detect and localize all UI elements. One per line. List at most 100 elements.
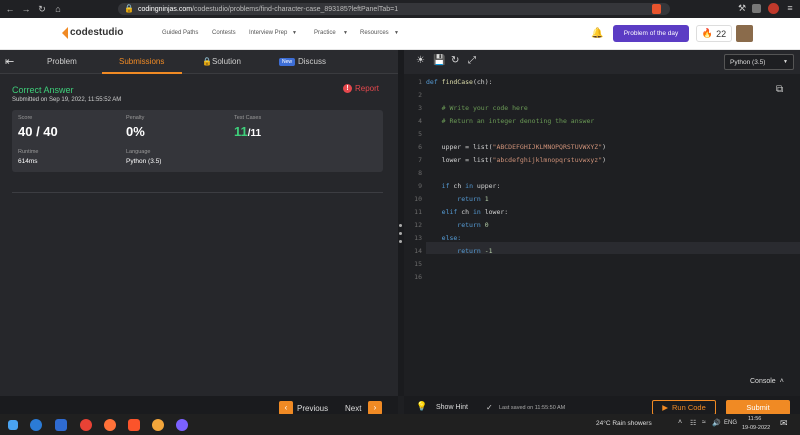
nav-interview-prep[interactable]: Interview Prep: [249, 30, 287, 36]
lock-icon: 🔒: [124, 4, 134, 13]
wifi-icon[interactable]: ≈: [702, 419, 706, 426]
brave-shield-icon[interactable]: [652, 4, 661, 14]
fullscreen-icon[interactable]: ⤢: [468, 55, 476, 66]
nav-resources[interactable]: Resources: [360, 30, 389, 36]
code-token: findCase: [441, 78, 473, 86]
run-code-button[interactable]: ▶ Run Code: [652, 400, 716, 415]
score-value: 40 / 40: [18, 124, 58, 139]
result-card: Score 40 / 40 Penalty 0% Test Cases 11/1…: [12, 110, 383, 172]
save-icon[interactable]: 💾: [433, 55, 445, 66]
chevron-left-icon[interactable]: ‹: [279, 401, 293, 415]
tab-solution[interactable]: Solution: [212, 57, 241, 66]
chevron-up-icon[interactable]: ˄: [678, 419, 682, 426]
home-icon[interactable]: ⌂: [50, 4, 66, 14]
notification-center-icon[interactable]: ✉: [780, 418, 788, 429]
code-token: upper:: [476, 182, 501, 190]
code-token: ): [602, 156, 607, 164]
forward-icon[interactable]: →: [18, 4, 34, 14]
brave-icon[interactable]: [128, 419, 140, 431]
code-line: # Write your code here: [426, 104, 528, 112]
volume-icon[interactable]: 🔊: [712, 419, 721, 427]
edge-browser-icon[interactable]: [30, 419, 42, 431]
previous-button[interactable]: Previous: [297, 404, 328, 413]
weather-widget[interactable]: 24°C Rain showers: [596, 420, 652, 427]
play-icon: ▶: [662, 403, 668, 412]
notification-bell-icon[interactable]: 🔔: [591, 28, 603, 39]
nav-guided-paths[interactable]: Guided Paths: [162, 30, 198, 36]
code-token: lower:: [484, 208, 509, 216]
penalty-label: Penalty: [126, 115, 145, 121]
app-icon[interactable]: [152, 419, 164, 431]
code-token: in: [465, 182, 477, 190]
language-select[interactable]: Python (3.5) ▼: [724, 54, 794, 70]
sidebar-icon[interactable]: [752, 4, 761, 13]
check-icon: ✓: [486, 403, 493, 412]
code-token: -1: [484, 247, 493, 255]
resize-dot: [399, 240, 402, 243]
url-path: /codestudio/problems/find-character-case…: [192, 5, 399, 13]
chevron-down-icon: ▼: [783, 59, 788, 65]
language-indicator[interactable]: ENG: [724, 420, 737, 426]
runtime-label: Runtime: [18, 149, 39, 155]
tab-discuss[interactable]: Discuss: [298, 57, 326, 66]
theme-toggle-icon[interactable]: ☀: [416, 55, 425, 66]
score-label: Score: [18, 115, 33, 121]
firefox-icon[interactable]: [104, 419, 116, 431]
code-line: elif ch in lower:: [426, 208, 509, 216]
code-token: return: [426, 195, 485, 203]
code-area[interactable]: def findCase(ch): # Write your code here…: [404, 74, 800, 374]
streak-counter[interactable]: 🔥 22: [696, 25, 732, 42]
back-icon[interactable]: ←: [2, 4, 18, 14]
code-token: (ch):: [472, 78, 493, 86]
report-button[interactable]: ! Report: [343, 84, 379, 93]
testcases-label: Test Cases: [234, 115, 262, 121]
resize-dot: [399, 224, 402, 227]
chevron-up-icon: ˄: [779, 378, 784, 385]
language-value: Python (3.5): [126, 158, 162, 165]
profile-avatar[interactable]: [768, 3, 779, 14]
next-button[interactable]: Next: [345, 404, 361, 413]
code-token: def: [426, 78, 442, 86]
left-panel-tabs: ⇤ Problem Submissions 🔒 Solution New Dis…: [0, 50, 398, 74]
code-line: else:: [426, 234, 462, 242]
problem-of-the-day-button[interactable]: Problem of the day: [613, 25, 689, 42]
address-bar[interactable]: 🔒 codingninjas.com /codestudio/problems/…: [118, 3, 670, 15]
console-toggle[interactable]: Console ˄: [750, 378, 784, 385]
code-token: upper = list(: [426, 143, 493, 151]
submit-button[interactable]: Submit: [726, 400, 790, 415]
code-line: upper = list("ABCDEFGHIJKLMNOPQRSTUVWXYZ…: [426, 143, 606, 151]
site-header: codestudio Guided Paths Contests Intervi…: [0, 18, 800, 50]
extensions-icon[interactable]: ⚒: [734, 3, 750, 14]
code-token: in: [472, 208, 485, 216]
reset-code-icon[interactable]: ↻: [451, 55, 459, 66]
report-label: Report: [355, 84, 380, 93]
streak-count: 22: [716, 28, 727, 39]
user-avatar[interactable]: [736, 25, 753, 42]
show-hint-button[interactable]: Show Hint: [436, 404, 468, 411]
menu-icon[interactable]: ≡: [782, 3, 798, 13]
chrome-icon[interactable]: [80, 419, 92, 431]
tab-problem[interactable]: Problem: [47, 57, 77, 66]
code-token: if: [426, 182, 454, 190]
penalty-value: 0%: [126, 124, 145, 139]
browser-toolbar: ← → ↻ ⌂ 🔒 codingninjas.com /codestudio/p…: [0, 0, 800, 18]
code-line: if ch in upper:: [426, 182, 501, 190]
site-logo-text[interactable]: codestudio: [70, 27, 123, 38]
chevron-down-icon: ▼: [343, 30, 348, 36]
nav-practice[interactable]: Practice: [314, 30, 336, 36]
chevron-down-icon: ▼: [292, 30, 297, 36]
tab-submissions[interactable]: Submissions: [119, 57, 164, 66]
settings-app-icon[interactable]: [55, 419, 67, 431]
clock-time[interactable]: 11:56: [748, 416, 761, 422]
submission-panel: Correct Answer Submitted on Sep 19, 2022…: [0, 74, 398, 396]
code-token: lower = list(: [426, 156, 493, 164]
reload-icon[interactable]: ↻: [34, 4, 50, 15]
app-icon[interactable]: [176, 419, 188, 431]
clock-date[interactable]: 19-09-2022: [742, 425, 770, 431]
collapse-panel-icon[interactable]: ⇤: [5, 55, 14, 68]
chevron-right-icon[interactable]: ›: [368, 401, 382, 415]
windows-start-icon[interactable]: [8, 420, 18, 430]
nav-contests[interactable]: Contests: [212, 30, 236, 36]
new-badge: New: [279, 58, 296, 66]
network-icon[interactable]: ☷: [690, 419, 696, 427]
